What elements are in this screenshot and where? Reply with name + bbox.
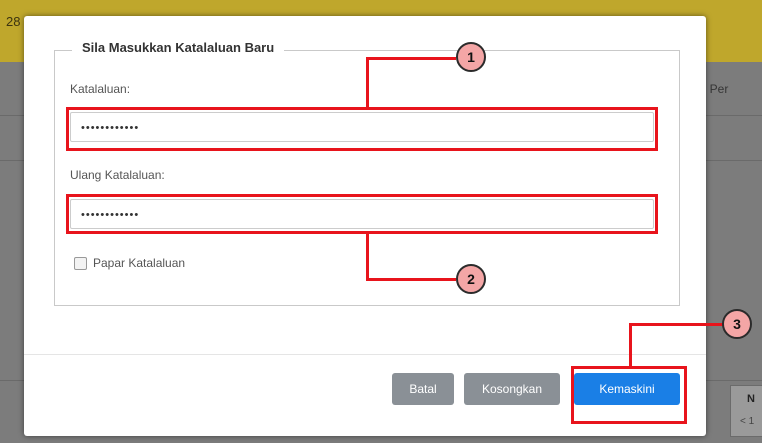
connector-line [629,324,632,368]
clear-button[interactable]: Kosongkan [464,373,560,405]
cancel-button[interactable]: Batal [392,373,454,405]
background-header-text: 28 [6,14,21,29]
confirm-password-label: Ulang Katalaluan: [70,168,165,182]
highlight-confirm-password-input [66,194,658,234]
step-2-badge: 2 [456,264,486,294]
fieldset-legend: Sila Masukkan Katalaluan Baru [72,40,285,55]
background-table-header: N [747,393,755,405]
connector-line [366,278,456,281]
connector-line [629,323,724,326]
connector-line [366,233,369,280]
background-table-cell [730,385,762,437]
step-1-badge: 1 [456,42,486,72]
connector-line [366,57,456,60]
modal-footer-divider [24,354,706,355]
highlight-update-button [571,366,687,424]
highlight-password-input [66,107,658,151]
show-password-checkbox[interactable] [74,256,87,270]
background-table-pager: < 1 [740,416,755,427]
connector-line [366,58,369,108]
show-password-label: Papar Katalaluan [93,256,186,270]
password-label: Katalaluan: [70,82,131,96]
step-3-badge: 3 [722,309,752,339]
show-password-option[interactable]: Papar Katalaluan [74,256,185,270]
